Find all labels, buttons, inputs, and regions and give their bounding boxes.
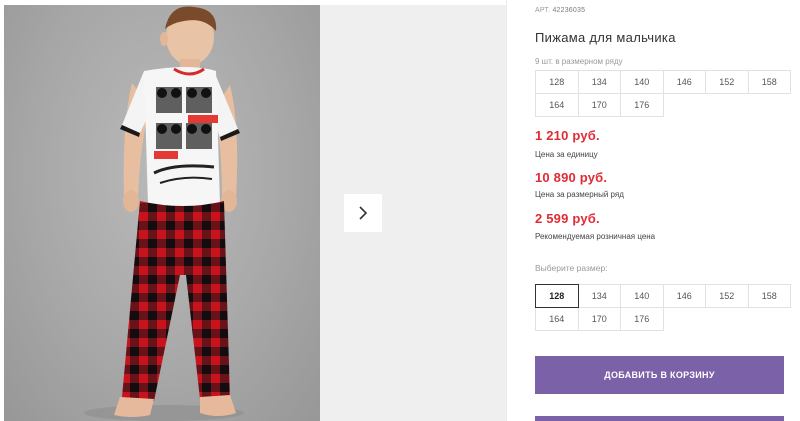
- row-price: 10 890 руб.: [535, 170, 608, 185]
- size-option[interactable]: 152: [705, 284, 749, 308]
- product-page: АРТ. 42236035 Пижама для мальчика 9 шт. …: [0, 0, 800, 421]
- article-label: АРТ.: [535, 7, 551, 14]
- product-gallery: [0, 0, 506, 421]
- unit-price-label: Цена за единицу: [535, 150, 598, 159]
- size-option[interactable]: 140: [620, 284, 664, 308]
- size-row-cell: 134: [577, 70, 621, 94]
- size-row-cell: 164: [535, 93, 579, 117]
- row-price-label: Цена за размерный ряд: [535, 190, 624, 199]
- divider: [506, 0, 507, 421]
- secondary-button[interactable]: [535, 416, 784, 421]
- size-option[interactable]: 158: [747, 284, 791, 308]
- size-selector: 128 134 140 146 152 158 164 170 176: [535, 284, 791, 331]
- add-to-cart-button[interactable]: ДОБАВИТЬ В КОРЗИНУ: [535, 356, 784, 394]
- product-photo[interactable]: [4, 5, 320, 421]
- size-option[interactable]: 176: [620, 307, 664, 331]
- unit-price: 1 210 руб.: [535, 128, 600, 143]
- size-row-cell: 128: [535, 70, 579, 94]
- retail-price-label: Рекомендуемая розничная цена: [535, 232, 656, 241]
- size-row-cell: 152: [705, 70, 749, 94]
- size-option[interactable]: 134: [577, 284, 621, 308]
- size-option[interactable]: 146: [662, 284, 706, 308]
- boy-in-pajamas-illustration: [84, 6, 244, 421]
- chevron-right-icon: [359, 206, 368, 220]
- size-row-grid: 128 134 140 146 152 158 164 170 176: [535, 70, 791, 117]
- size-row-cell: 146: [662, 70, 706, 94]
- size-option[interactable]: 164: [535, 307, 579, 331]
- product-title: Пижама для мальчика: [535, 30, 676, 45]
- article-code: 42236035: [552, 7, 586, 14]
- size-option-selected[interactable]: 128: [535, 284, 579, 308]
- size-row-cell: 176: [620, 93, 664, 117]
- size-row-cell: 158: [747, 70, 791, 94]
- size-row-cell: 170: [577, 93, 621, 117]
- choose-size-label: Выберите размер:: [535, 263, 608, 273]
- size-row-note: 9 шт. в размерном ряду: [535, 57, 623, 66]
- retail-price: 2 599 руб.: [535, 211, 600, 226]
- size-option[interactable]: 170: [577, 307, 621, 331]
- size-row-cell: 140: [620, 70, 664, 94]
- article-number: АРТ. 42236035: [535, 7, 585, 14]
- next-image-button[interactable]: [344, 194, 382, 232]
